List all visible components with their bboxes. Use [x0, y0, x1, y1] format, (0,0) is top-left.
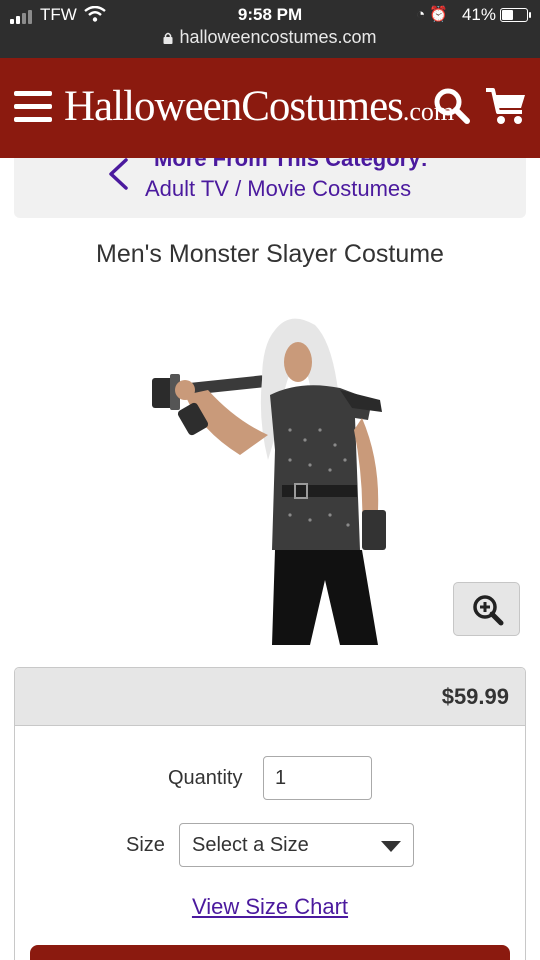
hamburger-menu-icon[interactable]	[14, 91, 52, 123]
battery-percent: 41%	[461, 5, 496, 24]
zoom-button[interactable]	[453, 582, 520, 636]
shopping-cart-icon[interactable]	[484, 86, 528, 126]
site-header: HalloweenCostumes.com	[0, 58, 540, 158]
quantity-label: Quantity	[168, 767, 243, 789]
size-select-value: Select a Size	[192, 834, 309, 856]
price-bar: $59.99	[15, 668, 525, 726]
site-logo[interactable]: HalloweenCostumes.com	[64, 82, 454, 131]
search-icon[interactable]	[432, 86, 472, 126]
size-select[interactable]: Select a Size	[179, 823, 414, 867]
orientation-lock-and-alarm-icons: ◔ ⏰	[416, 6, 448, 23]
status-bar: TFW 9:58 PM ◔ ⏰ 41% halloweencostumes.co…	[0, 0, 540, 58]
size-label: Size	[126, 834, 165, 856]
lock-icon	[163, 32, 173, 44]
product-price: $59.99	[441, 684, 509, 709]
category-banner[interactable]: More From This Category: Adult TV / Movi…	[14, 158, 526, 218]
battery-level-fill	[502, 10, 513, 20]
view-size-chart-link[interactable]: View Size Chart	[15, 894, 525, 920]
zoom-in-icon	[473, 595, 504, 626]
purchase-panel: $59.99 Quantity Size Select a Size View …	[14, 667, 526, 960]
address-bar[interactable]: halloweencostumes.com	[0, 27, 540, 48]
product-image[interactable]	[140, 300, 400, 645]
product-title: Men's Monster Slayer Costume	[96, 240, 444, 268]
logo-main-text: HalloweenCostumes	[64, 83, 404, 130]
quantity-input[interactable]	[263, 756, 372, 800]
status-time: 9:58 PM	[237, 5, 303, 24]
category-link[interactable]: Adult TV / Movie Costumes	[145, 176, 411, 202]
url-text: halloweencostumes.com	[179, 27, 377, 47]
add-to-cart-button[interactable]	[30, 945, 510, 960]
dropdown-caret-icon	[381, 841, 401, 852]
category-more-label: More From This Category:	[154, 158, 428, 171]
battery-icon	[500, 8, 531, 22]
chevron-left-icon	[109, 158, 128, 190]
